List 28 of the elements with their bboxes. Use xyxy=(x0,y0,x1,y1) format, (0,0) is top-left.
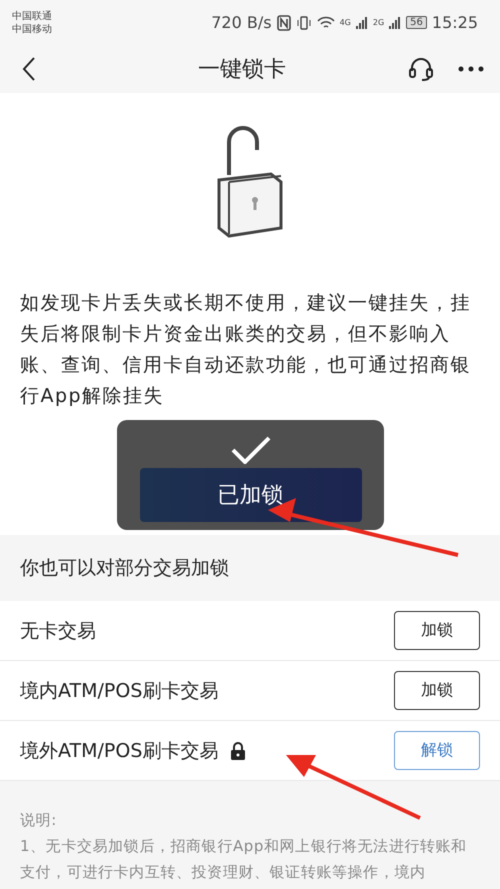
section-header: 你也可以对部分交易加锁 xyxy=(0,535,500,601)
headset-icon[interactable] xyxy=(408,56,434,82)
signal-icon xyxy=(389,16,402,28)
intro-paragraph: 如发现卡片丢失或长期不使用，建议一键挂失，挂失后将限制卡片资金出账类的交易，但不影响入账、查询、信用卡自动还款功能，也可通过招商银行App解除挂失 xyxy=(20,291,472,409)
nfc-icon xyxy=(276,14,291,30)
network-type: 4G xyxy=(340,18,351,27)
transaction-label: 境外ATM/POS刷卡交易 xyxy=(20,738,218,764)
page-title: 一键锁卡 xyxy=(198,56,286,84)
network-speed: 720 B/s xyxy=(211,13,272,32)
battery-level: 56 xyxy=(406,16,427,29)
carrier-name: 中国移动 xyxy=(12,22,52,36)
transaction-label: 境内ATM/POS刷卡交易 xyxy=(20,678,218,704)
notes-text: 1、无卡交易加锁后，招商银行App和网上银行将无法进行转账和支付，可进行卡内互转、投资理财、银证转账等操作，境内 xyxy=(20,836,468,883)
toast-message: 已加锁 xyxy=(140,468,362,522)
more-icon[interactable] xyxy=(458,66,484,72)
checkmark-icon xyxy=(230,436,270,464)
wifi-icon xyxy=(316,16,335,30)
lock-button[interactable]: 加锁 xyxy=(394,611,480,650)
notes-title: 说明: xyxy=(20,810,58,831)
network-type: 2G xyxy=(372,18,384,27)
transaction-label: 无卡交易 xyxy=(20,618,96,644)
carrier-name: 中国联通 xyxy=(12,10,52,22)
vibrate-icon xyxy=(296,16,312,30)
back-icon[interactable] xyxy=(22,57,36,81)
clock-time: 15:25 xyxy=(432,13,478,32)
signal-icon xyxy=(356,16,368,28)
lock-button[interactable]: 加锁 xyxy=(394,671,480,710)
unlock-button[interactable]: 解锁 xyxy=(394,731,480,770)
